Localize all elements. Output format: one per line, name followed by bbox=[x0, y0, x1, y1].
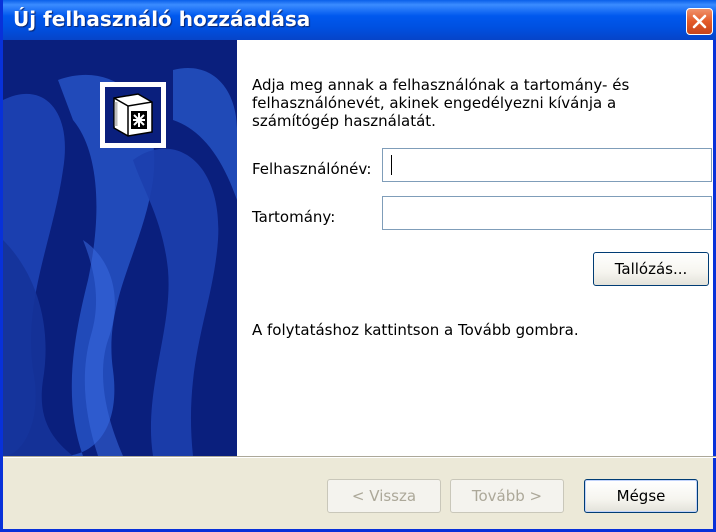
window-title: Új felhasználó hozzáadása bbox=[13, 7, 311, 31]
browse-button[interactable]: Tallózás... bbox=[593, 252, 709, 286]
continue-hint: A folytatáshoz kattintson a Tovább gombr… bbox=[252, 321, 579, 339]
domain-label: Tartomány: bbox=[252, 208, 336, 226]
domain-input[interactable] bbox=[382, 196, 712, 230]
username-label: Felhasználónév: bbox=[252, 160, 372, 178]
close-icon bbox=[692, 14, 707, 29]
cancel-button[interactable]: Mégse bbox=[584, 479, 698, 513]
text-caret bbox=[391, 155, 392, 175]
next-button[interactable]: Tovább > bbox=[450, 479, 564, 513]
username-input[interactable] bbox=[382, 148, 712, 182]
intro-text: Adja meg annak a felhasználónak a tartom… bbox=[252, 76, 630, 130]
side-panel bbox=[3, 40, 237, 456]
title-bar[interactable]: Új felhasználó hozzáadása bbox=[3, 0, 716, 40]
close-button[interactable] bbox=[686, 8, 713, 35]
footer-divider bbox=[3, 456, 716, 458]
back-button[interactable]: < Vissza bbox=[327, 479, 441, 513]
key-card-icon bbox=[100, 82, 166, 148]
add-user-dialog: Új felhasználó hozzáadása Adja meg annak… bbox=[0, 0, 716, 532]
